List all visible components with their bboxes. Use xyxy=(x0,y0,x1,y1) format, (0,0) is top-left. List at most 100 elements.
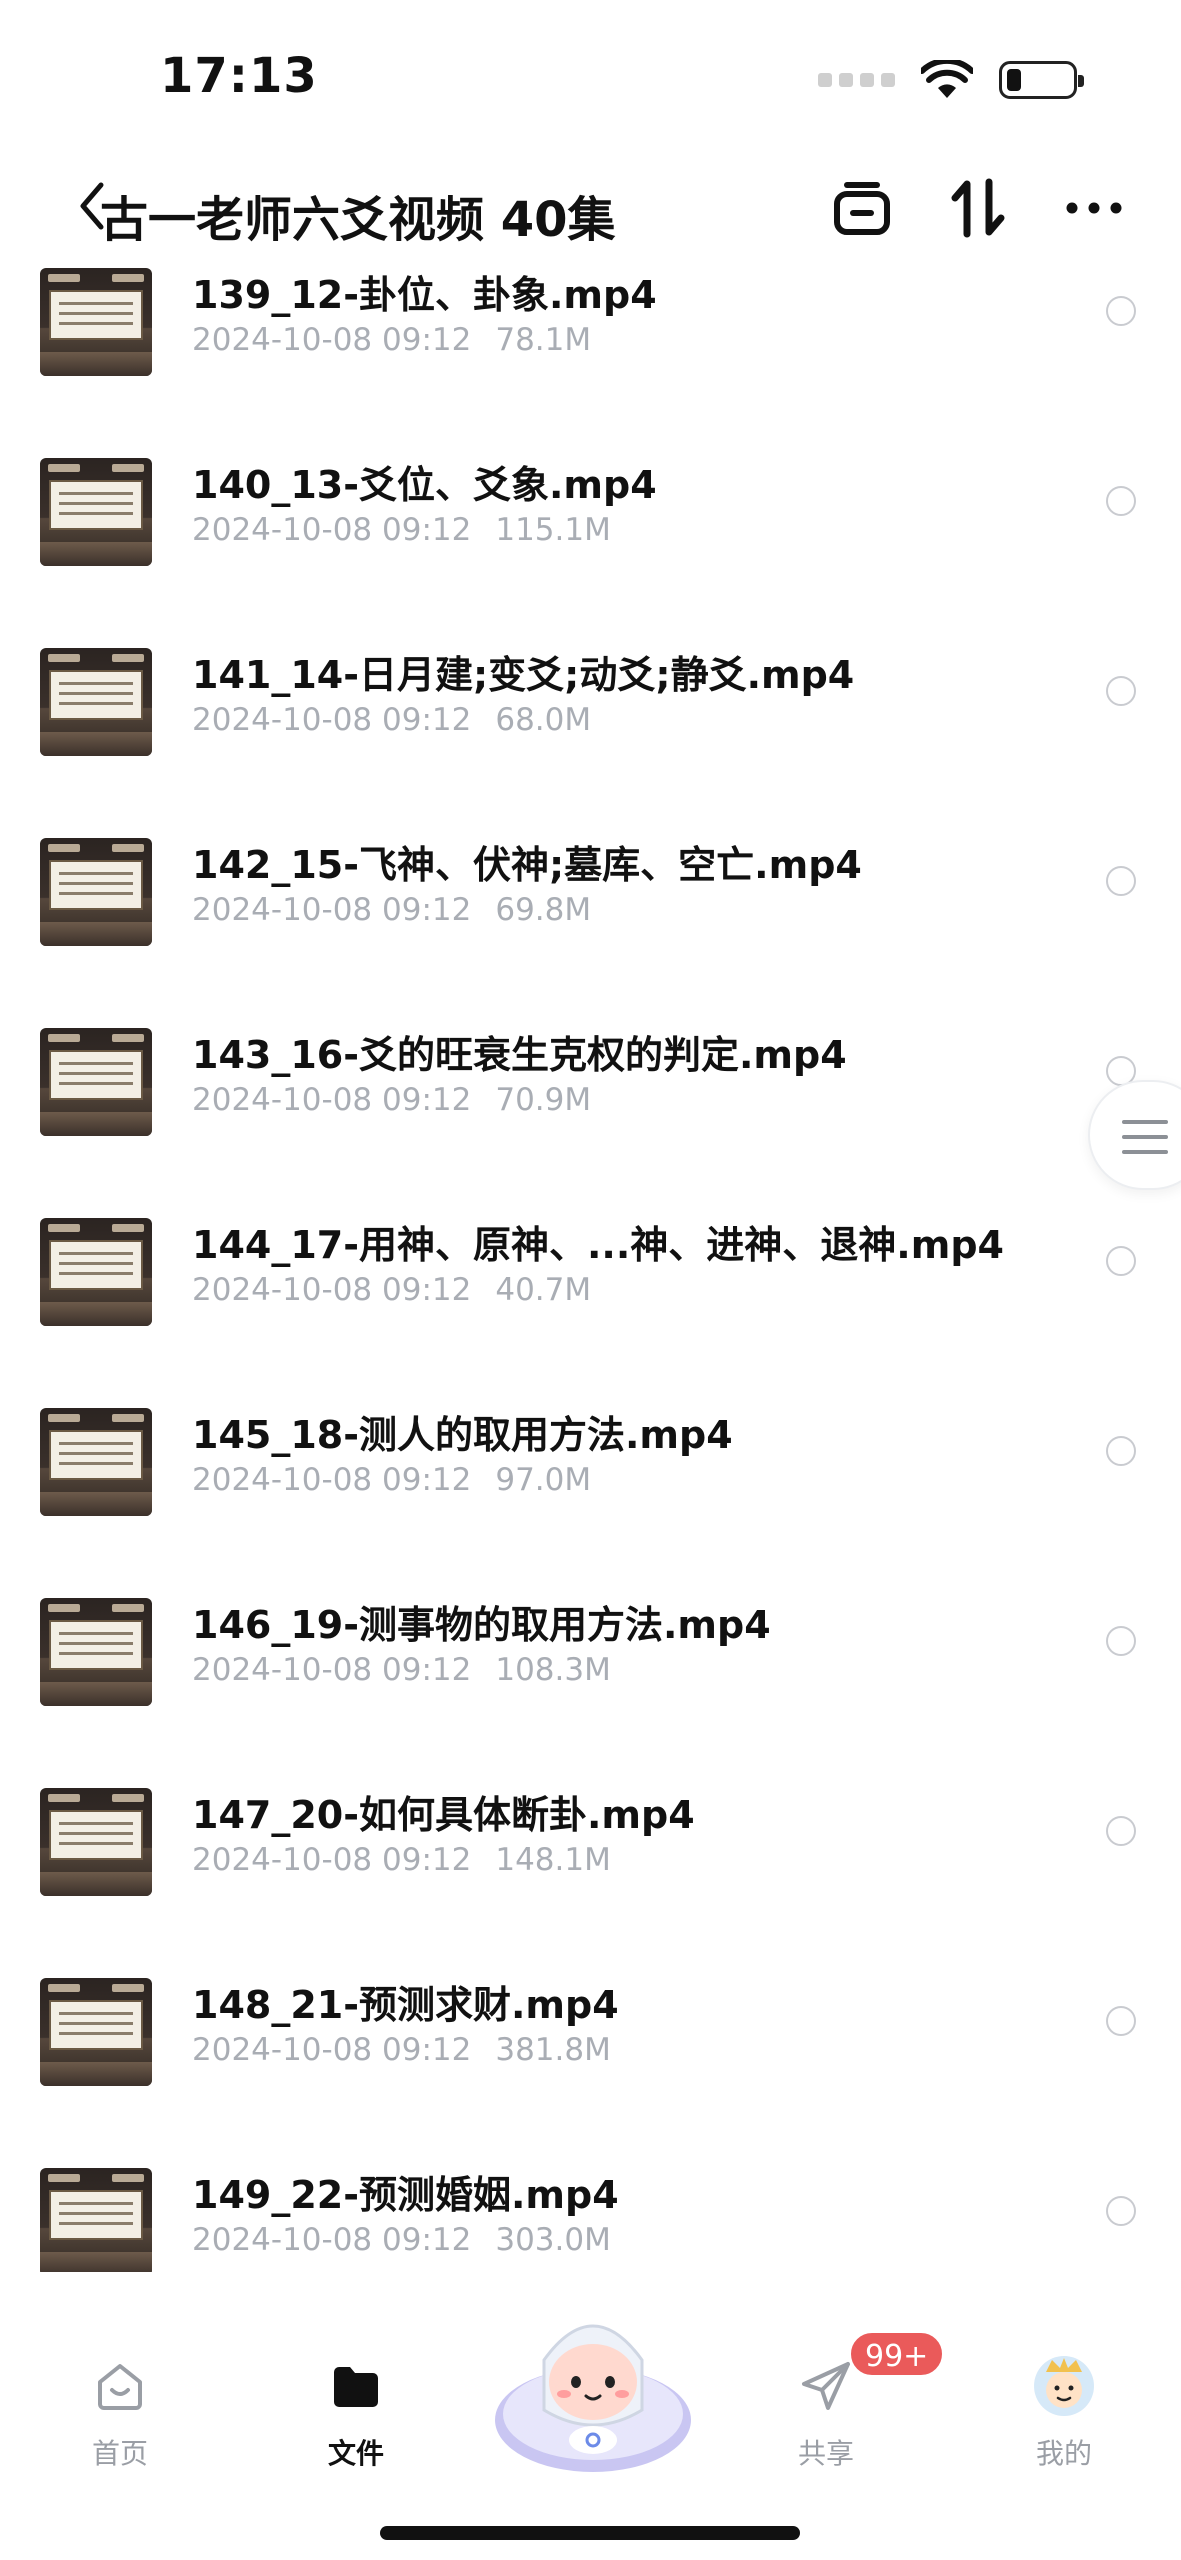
status-time: 17:13 xyxy=(160,48,318,104)
list-item[interactable]: 141_14-日月建;变爻;动爻;静爻.mp4 2024-10-08 09:12… xyxy=(0,614,1181,804)
list-item[interactable]: 144_17-用神、原神、...神、进神、退神.mp4 2024-10-08 0… xyxy=(0,1184,1181,1374)
list-item[interactable]: 148_21-预测求财.mp4 2024-10-08 09:12 381.8M xyxy=(0,1944,1181,2134)
list-item[interactable]: 143_16-爻的旺衰生克权的判定.mp4 2024-10-08 09:12 70… xyxy=(0,994,1181,1184)
video-thumbnail xyxy=(40,1408,152,1516)
file-name: 148_21-预测求财.mp4 xyxy=(192,1983,619,2027)
select-radio[interactable] xyxy=(1106,2196,1136,2226)
status-bar: 17:13 xyxy=(0,0,1181,150)
file-name: 145_18-测人的取用方法.mp4 xyxy=(192,1413,733,1457)
file-size: 108.3M xyxy=(495,1652,611,1688)
file-meta: 2024-10-08 09:12 40.7M xyxy=(192,1272,591,1308)
file-meta: 2024-10-08 09:12 115.1M xyxy=(192,512,611,548)
profile-avatar xyxy=(1034,2356,1094,2416)
sort-arrows-icon xyxy=(951,178,1005,238)
file-meta: 2024-10-08 09:12 69.8M xyxy=(192,892,591,928)
file-date: 2024-10-08 09:12 xyxy=(192,1272,472,1308)
file-date: 2024-10-08 09:12 xyxy=(192,322,472,358)
video-thumbnail xyxy=(40,1218,152,1326)
file-date: 2024-10-08 09:12 xyxy=(192,1842,472,1878)
tab-label: 文件 xyxy=(327,2437,384,2470)
file-name: 149_22-预测婚姻.mp4 xyxy=(192,2173,619,2217)
select-radio[interactable] xyxy=(1106,486,1136,516)
file-size: 68.0M xyxy=(495,702,592,738)
file-size: 97.0M xyxy=(495,1462,592,1498)
list-item[interactable]: 149_22-预测婚姻.mp4 2024-10-08 09:12 303.0M xyxy=(0,2134,1181,2272)
tab-me[interactable]: 我的 xyxy=(994,2356,1134,2480)
file-size: 70.9M xyxy=(495,1082,592,1118)
list-item[interactable]: 140_13-爻位、爻象.mp4 2024-10-08 09:12 115.1M xyxy=(0,424,1181,614)
battery-icon xyxy=(999,61,1084,99)
file-size: 148.1M xyxy=(495,1842,611,1878)
video-thumbnail xyxy=(40,838,152,946)
file-name: 142_15-飞神、伏神;墓库、空亡.mp4 xyxy=(192,843,862,887)
select-radio[interactable] xyxy=(1106,296,1136,326)
home-indicator xyxy=(380,2526,800,2540)
file-meta: 2024-10-08 09:12 303.0M xyxy=(192,2222,611,2258)
more-options-button[interactable] xyxy=(1054,170,1134,246)
file-date: 2024-10-08 09:12 xyxy=(192,1462,472,1498)
tab-home[interactable]: 首页 xyxy=(50,2360,190,2480)
file-date: 2024-10-08 09:12 xyxy=(192,1082,472,1118)
page-title: 古一老师六爻视频 40集 xyxy=(100,192,616,248)
video-thumbnail xyxy=(40,1598,152,1706)
multi-select-button[interactable] xyxy=(822,170,902,246)
tab-label: 共享 xyxy=(797,2437,854,2470)
file-meta: 2024-10-08 09:12 381.8M xyxy=(192,2032,611,2068)
video-thumbnail xyxy=(40,648,152,756)
file-name: 146_19-测事物的取用方法.mp4 xyxy=(192,1603,771,1647)
file-name: 147_20-如何具体断卦.mp4 xyxy=(192,1793,695,1837)
status-indicators xyxy=(818,56,1084,104)
video-thumbnail xyxy=(40,268,152,376)
select-radio[interactable] xyxy=(1106,1816,1136,1846)
tab-label: 首页 xyxy=(91,2437,148,2470)
video-thumbnail xyxy=(40,1028,152,1136)
file-date: 2024-10-08 09:12 xyxy=(192,2222,472,2258)
assistant-mascot[interactable] xyxy=(492,2290,694,2476)
file-size: 381.8M xyxy=(495,2032,611,2068)
file-meta: 2024-10-08 09:12 68.0M xyxy=(192,702,591,738)
file-date: 2024-10-08 09:12 xyxy=(192,512,472,548)
select-radio[interactable] xyxy=(1106,1246,1136,1276)
tab-share[interactable]: 共享 xyxy=(756,2360,896,2480)
select-radio[interactable] xyxy=(1106,676,1136,706)
select-radio[interactable] xyxy=(1106,2006,1136,2036)
list-item[interactable]: 139_12-卦位、卦象.mp4 2024-10-08 09:12 78.1M xyxy=(0,262,1181,424)
file-meta: 2024-10-08 09:12 70.9M xyxy=(192,1082,591,1118)
home-icon xyxy=(98,2364,142,2410)
file-meta: 2024-10-08 09:12 78.1M xyxy=(192,322,591,358)
file-size: 69.8M xyxy=(495,892,592,928)
video-thumbnail xyxy=(40,2168,152,2272)
bottom-tab-bar: 首页 文件 共享 99+ 我的 xyxy=(0,2290,1181,2560)
select-radio[interactable] xyxy=(1106,1436,1136,1466)
file-date: 2024-10-08 09:12 xyxy=(192,2032,472,2068)
file-name: 141_14-日月建;变爻;动爻;静爻.mp4 xyxy=(192,653,855,697)
video-thumbnail xyxy=(40,1978,152,2086)
file-name: 143_16-爻的旺衰生克权的判定.mp4 xyxy=(192,1033,847,1077)
file-date: 2024-10-08 09:12 xyxy=(192,892,472,928)
list-item[interactable]: 146_19-测事物的取用方法.mp4 2024-10-08 09:12 108.… xyxy=(0,1564,1181,1754)
mascot-figure-icon xyxy=(495,2324,691,2472)
tab-files[interactable]: 文件 xyxy=(286,2360,426,2480)
file-meta: 2024-10-08 09:12 148.1M xyxy=(192,1842,611,1878)
file-size: 40.7M xyxy=(495,1272,592,1308)
share-plane-icon xyxy=(802,2362,850,2410)
file-date: 2024-10-08 09:12 xyxy=(192,702,472,738)
file-size: 115.1M xyxy=(495,512,611,548)
select-radio[interactable] xyxy=(1106,866,1136,896)
video-thumbnail xyxy=(40,1788,152,1896)
file-size: 78.1M xyxy=(495,322,592,358)
file-size: 303.0M xyxy=(495,2222,611,2258)
more-dots-icon xyxy=(1066,202,1122,214)
list-item[interactable]: 147_20-如何具体断卦.mp4 2024-10-08 09:12 148.1M xyxy=(0,1754,1181,1944)
file-name: 139_12-卦位、卦象.mp4 xyxy=(192,273,657,317)
list-item[interactable]: 145_18-测人的取用方法.mp4 2024-10-08 09:12 97.0M xyxy=(0,1374,1181,1564)
select-radio[interactable] xyxy=(1106,1626,1136,1656)
nav-header: 古一老师六爻视频 40集 xyxy=(0,150,1181,262)
wifi-icon xyxy=(921,60,973,98)
folder-icon xyxy=(334,2367,378,2407)
list-item[interactable]: 142_15-飞神、伏神;墓库、空亡.mp4 2024-10-08 09:12 6… xyxy=(0,804,1181,994)
sort-button[interactable] xyxy=(938,170,1018,246)
cellular-signal-icon xyxy=(818,73,895,87)
file-name: 140_13-爻位、爻象.mp4 xyxy=(192,463,657,507)
file-list: 139_12-卦位、卦象.mp4 2024-10-08 09:12 78.1M 1… xyxy=(0,262,1181,2272)
